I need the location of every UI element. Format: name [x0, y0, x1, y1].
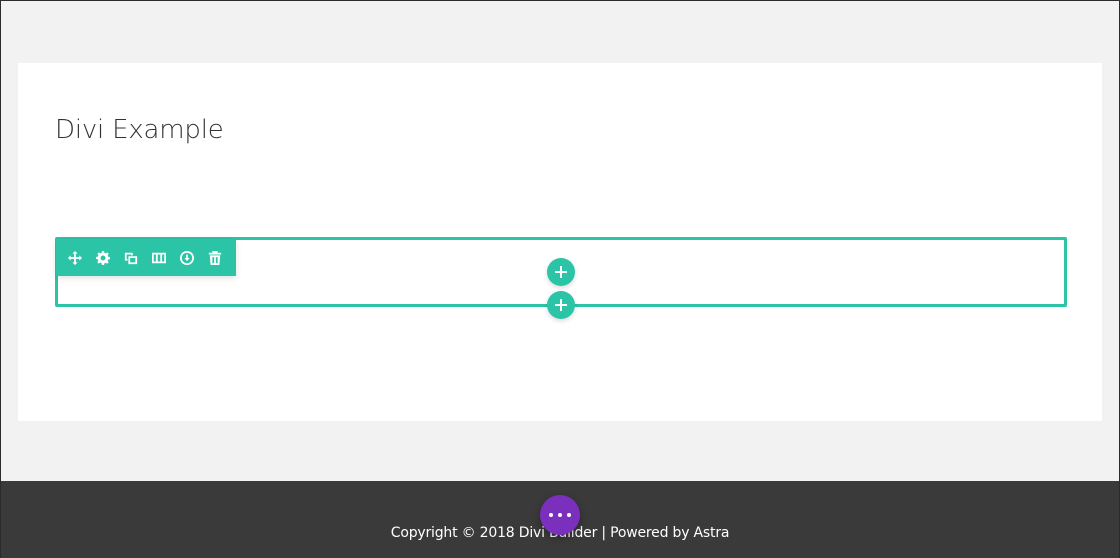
columns-icon [152, 252, 166, 263]
move-icon [68, 250, 82, 265]
plus-icon [555, 266, 567, 278]
duplicate-icon [124, 252, 138, 264]
dots-icon [558, 513, 562, 517]
page-title: Divi Example [55, 115, 224, 145]
plus-icon [555, 299, 567, 311]
content-area: Divi Example [18, 63, 1102, 421]
duplicate-button[interactable] [123, 250, 139, 266]
gear-icon [96, 250, 110, 265]
section-toolbar [56, 239, 236, 276]
add-module-button[interactable] [547, 258, 575, 286]
delete-button[interactable] [207, 250, 223, 266]
dots-icon [549, 513, 553, 517]
move-button[interactable] [67, 250, 83, 266]
trash-icon [208, 250, 222, 265]
add-row-button[interactable] [547, 291, 575, 319]
columns-button[interactable] [151, 250, 167, 266]
save-to-library-button[interactable] [179, 250, 195, 266]
settings-button[interactable] [95, 250, 111, 266]
save-icon [180, 250, 194, 265]
builder-menu-button[interactable] [540, 495, 580, 535]
dots-icon [567, 513, 571, 517]
